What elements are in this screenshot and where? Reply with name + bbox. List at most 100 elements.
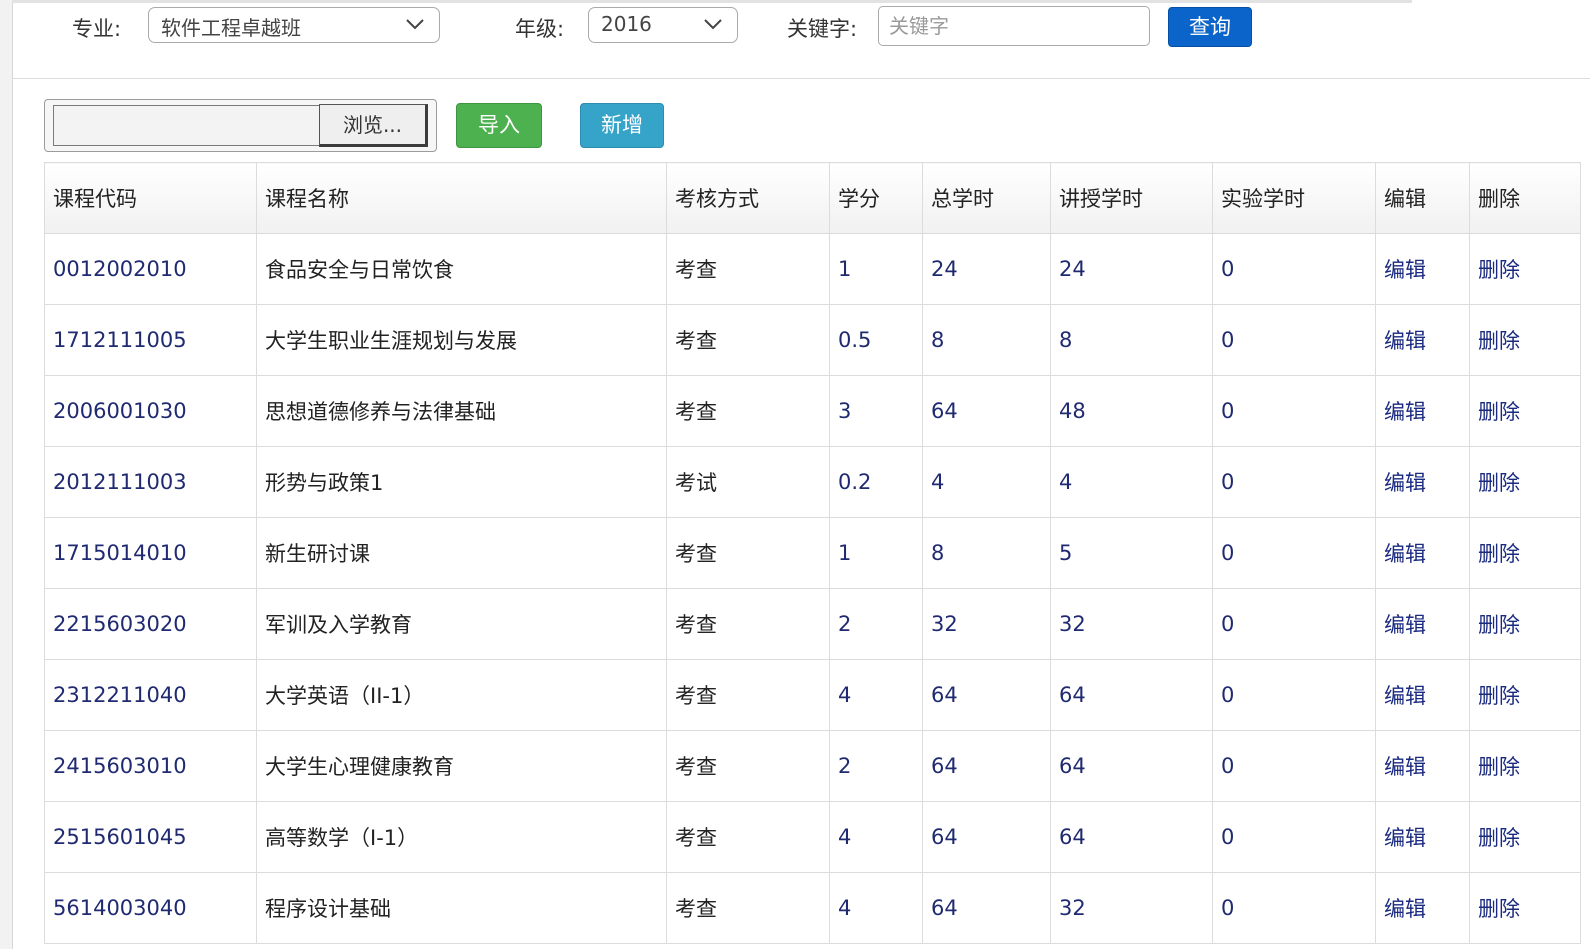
table-row: 5614003040 程序设计基础 考查 4 64 32 0 编辑 删除 (44, 872, 1581, 944)
course-total-hours: 64 (922, 659, 1051, 731)
course-lecture-hours: 32 (1050, 872, 1213, 944)
course-credit: 0.5 (829, 304, 923, 376)
col-header-total-hours: 总学时 (922, 162, 1051, 234)
edit-link[interactable]: 编辑 (1375, 233, 1470, 305)
file-upload: 浏览... (44, 99, 437, 152)
course-code: 1712111005 (44, 304, 257, 376)
edit-link[interactable]: 编辑 (1375, 517, 1470, 589)
table-row: 0012002010 食品安全与日常饮食 考查 1 24 24 0 编辑 删除 (44, 233, 1581, 305)
course-assessment: 考查 (666, 730, 830, 802)
course-name: 程序设计基础 (256, 872, 667, 944)
course-assessment: 考查 (666, 375, 830, 447)
course-total-hours: 32 (922, 588, 1051, 660)
delete-link[interactable]: 删除 (1469, 588, 1581, 660)
course-lab-hours: 0 (1212, 233, 1376, 305)
delete-link[interactable]: 删除 (1469, 233, 1581, 305)
course-code: 2215603020 (44, 588, 257, 660)
filter-bar: 专业: 软件工程卓越班 年级: 2016 关键字: (12, 0, 1590, 79)
course-total-hours: 64 (922, 801, 1051, 873)
chevron-down-icon (406, 19, 424, 30)
course-lecture-hours: 64 (1050, 659, 1213, 731)
edit-link[interactable]: 编辑 (1375, 659, 1470, 731)
course-lab-hours: 0 (1212, 304, 1376, 376)
course-name: 思想道德修养与法律基础 (256, 375, 667, 447)
import-button[interactable]: 导入 (456, 103, 542, 148)
table-row: 2006001030 思想道德修养与法律基础 考查 3 64 48 0 编辑 删… (44, 375, 1581, 447)
course-assessment: 考试 (666, 446, 830, 518)
query-button[interactable]: 查询 (1168, 7, 1252, 47)
courses-table: 课程代码 课程名称 考核方式 学分 总学时 讲授学时 实验学时 编辑 删除 00… (44, 162, 1581, 944)
course-lecture-hours: 24 (1050, 233, 1213, 305)
course-total-hours: 64 (922, 730, 1051, 802)
edit-link[interactable]: 编辑 (1375, 375, 1470, 447)
course-assessment: 考查 (666, 588, 830, 660)
course-name: 大学英语（II-1） (256, 659, 667, 731)
course-name: 大学生职业生涯规划与发展 (256, 304, 667, 376)
delete-link[interactable]: 删除 (1469, 730, 1581, 802)
course-lab-hours: 0 (1212, 801, 1376, 873)
major-label: 专业: (72, 17, 122, 41)
course-code: 2515601045 (44, 801, 257, 873)
file-path-field[interactable] (53, 105, 319, 146)
course-code: 2006001030 (44, 375, 257, 447)
delete-link[interactable]: 删除 (1469, 304, 1581, 376)
course-lab-hours: 0 (1212, 659, 1376, 731)
major-select-value: 软件工程卓越班 (161, 16, 301, 40)
course-total-hours: 8 (922, 304, 1051, 376)
edit-link[interactable]: 编辑 (1375, 801, 1470, 873)
table-row: 2515601045 高等数学（I-1） 考查 4 64 64 0 编辑 删除 (44, 801, 1581, 873)
course-assessment: 考查 (666, 517, 830, 589)
course-lab-hours: 0 (1212, 375, 1376, 447)
keyword-input[interactable] (878, 6, 1150, 46)
edit-link[interactable]: 编辑 (1375, 446, 1470, 518)
course-name: 高等数学（I-1） (256, 801, 667, 873)
course-lecture-hours: 48 (1050, 375, 1213, 447)
add-button[interactable]: 新增 (580, 103, 664, 148)
major-select[interactable]: 软件工程卓越班 (148, 7, 440, 43)
table-row: 1712111005 大学生职业生涯规划与发展 考查 0.5 8 8 0 编辑 … (44, 304, 1581, 376)
delete-link[interactable]: 删除 (1469, 801, 1581, 873)
col-header-lecture-hours: 讲授学时 (1050, 162, 1213, 234)
edit-link[interactable]: 编辑 (1375, 588, 1470, 660)
col-header-lab-hours: 实验学时 (1212, 162, 1376, 234)
course-credit: 2 (829, 588, 923, 660)
browse-button[interactable]: 浏览... (319, 104, 428, 147)
course-name: 新生研讨课 (256, 517, 667, 589)
col-header-assessment: 考核方式 (666, 162, 830, 234)
left-scroll-strip (0, 0, 13, 949)
col-header-credit: 学分 (829, 162, 923, 234)
course-code: 5614003040 (44, 872, 257, 944)
course-total-hours: 64 (922, 375, 1051, 447)
course-name: 形势与政策1 (256, 446, 667, 518)
delete-link[interactable]: 删除 (1469, 517, 1581, 589)
delete-link[interactable]: 删除 (1469, 446, 1581, 518)
course-lab-hours: 0 (1212, 588, 1376, 660)
grade-select[interactable]: 2016 (588, 7, 738, 43)
edit-link[interactable]: 编辑 (1375, 872, 1470, 944)
delete-link[interactable]: 删除 (1469, 659, 1581, 731)
course-lab-hours: 0 (1212, 446, 1376, 518)
course-total-hours: 64 (922, 872, 1051, 944)
delete-link[interactable]: 删除 (1469, 375, 1581, 447)
edit-link[interactable]: 编辑 (1375, 304, 1470, 376)
edit-link[interactable]: 编辑 (1375, 730, 1470, 802)
course-credit: 4 (829, 872, 923, 944)
table-row: 2415603010 大学生心理健康教育 考查 2 64 64 0 编辑 删除 (44, 730, 1581, 802)
course-credit: 1 (829, 233, 923, 305)
table-row: 2012111003 形势与政策1 考试 0.2 4 4 0 编辑 删除 (44, 446, 1581, 518)
course-lab-hours: 0 (1212, 872, 1376, 944)
course-credit: 4 (829, 659, 923, 731)
course-total-hours: 24 (922, 233, 1051, 305)
delete-link[interactable]: 删除 (1469, 872, 1581, 944)
col-header-delete: 删除 (1469, 162, 1581, 234)
course-credit: 2 (829, 730, 923, 802)
table-row: 2312211040 大学英语（II-1） 考查 4 64 64 0 编辑 删除 (44, 659, 1581, 731)
table-row: 1715014010 新生研讨课 考查 1 8 5 0 编辑 删除 (44, 517, 1581, 589)
course-lecture-hours: 64 (1050, 730, 1213, 802)
grade-label: 年级: (515, 17, 565, 41)
course-lecture-hours: 64 (1050, 801, 1213, 873)
course-assessment: 考查 (666, 801, 830, 873)
course-code: 0012002010 (44, 233, 257, 305)
course-lecture-hours: 4 (1050, 446, 1213, 518)
table-header-row: 课程代码 课程名称 考核方式 学分 总学时 讲授学时 实验学时 编辑 删除 (44, 162, 1581, 234)
